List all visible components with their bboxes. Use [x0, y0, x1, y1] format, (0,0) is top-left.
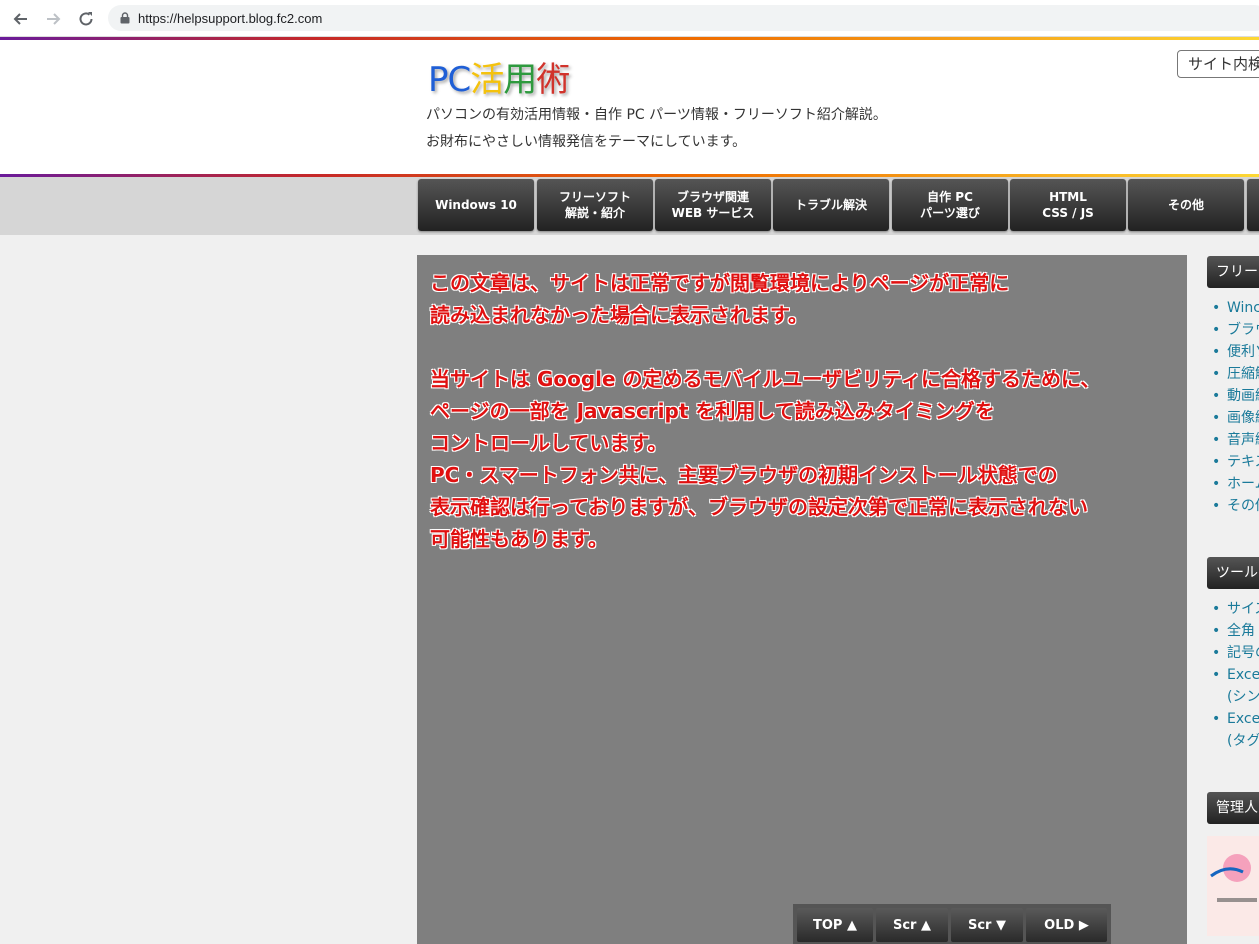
sidebar-tools-list: サイズ 全角 記号の Exce (シン Exce (タグ: [1212, 598, 1259, 752]
scroll-up-button[interactable]: Scr ▲: [876, 908, 948, 942]
sidebar-link[interactable]: サイズ: [1212, 598, 1259, 620]
main-content: この文章は、サイトは正常ですが閲覧環境によりページが正常に 読み込まれなかった場…: [417, 255, 1187, 944]
top-button[interactable]: TOP ▲: [797, 908, 873, 942]
site-search-button[interactable]: サイト内検: [1177, 50, 1259, 78]
url-text: https://helpsupport.blog.fc2.com: [138, 10, 323, 26]
sidebar-link[interactable]: その他: [1212, 495, 1259, 517]
notice-line: 当サイトは Google の定めるモバイルユーザビリティに合格するために、: [430, 367, 1101, 391]
sidebar-link[interactable]: 圧縮解: [1212, 363, 1259, 385]
tagline-1: パソコンの有効活用情報・自作 PC パーツ情報・フリーソフト紹介解説。: [426, 107, 887, 123]
sidebar-link[interactable]: 便利ソ: [1212, 341, 1259, 363]
sidebar-link[interactable]: ホーム: [1212, 473, 1259, 495]
lock-icon: [120, 9, 130, 28]
nav-freesoft[interactable]: フリーソフト 解説・紹介: [537, 179, 653, 231]
notice-line: 読み込まれなかった場合に表示されます。: [430, 303, 808, 327]
sidebar-link-cont[interactable]: (タグ: [1212, 730, 1259, 752]
sidebar-link[interactable]: 画像編: [1212, 407, 1259, 429]
nav-jisaku-pc[interactable]: 自作 PC パーツ選び: [892, 179, 1008, 231]
address-bar[interactable]: https://helpsupport.blog.fc2.com: [108, 5, 1259, 31]
tagline-2: お財布にやさしい情報発信をテーマにしています。: [426, 134, 747, 150]
nav-browser[interactable]: ブラウザ関連 WEB サービス: [655, 179, 771, 231]
nav-extra[interactable]: [1247, 179, 1259, 231]
notice-line: この文章は、サイトは正常ですが閲覧環境によりページが正常に: [430, 271, 1010, 295]
sidebar-link[interactable]: 全角: [1212, 620, 1259, 642]
nav-html-css-js[interactable]: HTML CSS / JS: [1010, 179, 1126, 231]
nav-trouble[interactable]: トラブル解決: [773, 179, 889, 231]
sidebar-link[interactable]: Exce: [1212, 664, 1259, 686]
notice-line: ページの一部を Javascript を利用して読み込みタイミングを: [430, 399, 995, 423]
scroll-down-button[interactable]: Scr ▼: [951, 908, 1023, 942]
sidebar-link[interactable]: 音声編: [1212, 429, 1259, 451]
reload-icon[interactable]: [73, 6, 99, 32]
sidebar-link[interactable]: ブラウ: [1212, 319, 1259, 341]
sidebar-tools-heading: ツール: [1207, 557, 1259, 589]
sidebar-link[interactable]: 記号の: [1212, 642, 1259, 664]
scroll-button-bar: TOP ▲ Scr ▲ Scr ▼ OLD ▶: [793, 904, 1111, 944]
browser-toolbar: https://helpsupport.blog.fc2.com: [0, 0, 1259, 37]
nav-other[interactable]: その他: [1128, 179, 1244, 231]
forward-icon[interactable]: [40, 6, 66, 32]
notice-line: 可能性もあります。: [430, 527, 608, 551]
back-icon[interactable]: [8, 6, 34, 32]
sidebar-freesoft-heading: フリー: [1207, 256, 1259, 288]
sidebar-link[interactable]: テキス: [1212, 451, 1259, 473]
old-button[interactable]: OLD ▶: [1026, 908, 1107, 942]
sidebar-freesoft-list: Winc ブラウ 便利ソ 圧縮解 動画編 画像編 音声編 テキス ホーム その他: [1212, 297, 1259, 517]
notice-line: コントロールしています。: [430, 431, 668, 455]
site-header: PC活用術 パソコンの有効活用情報・自作 PC パーツ情報・フリーソフト紹介解説…: [0, 40, 1259, 174]
sidebar-link-cont[interactable]: (シン: [1212, 686, 1259, 708]
nav-windows10[interactable]: Windows 10: [418, 179, 534, 231]
sidebar-link[interactable]: Winc: [1212, 297, 1259, 319]
sidebar-link[interactable]: Exce: [1212, 708, 1259, 730]
sidebar-link[interactable]: 動画編: [1212, 385, 1259, 407]
notice-line: 表示確認は行っておりますが、ブラウザの設定次第で正常に表示されない: [430, 495, 1088, 519]
site-logo[interactable]: PC活用術: [428, 52, 570, 101]
sidebar-admin-heading: 管理人: [1207, 792, 1259, 824]
notice-line: PC・スマートフォン共に、主要ブラウザの初期インストール状態での: [430, 463, 1058, 487]
admin-avatar-image[interactable]: [1207, 836, 1259, 936]
